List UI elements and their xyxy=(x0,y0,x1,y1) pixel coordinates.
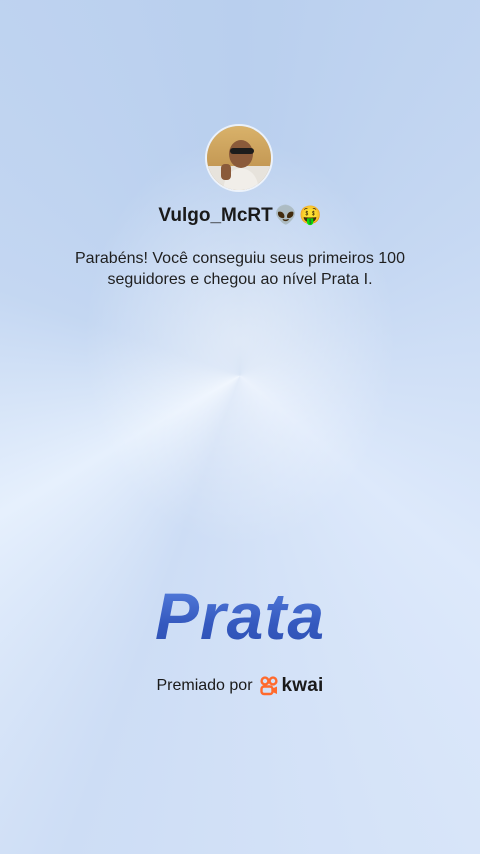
username: Vulgo_McRT xyxy=(158,205,273,226)
award-row: Premiado por kwai xyxy=(0,673,480,699)
money-mouth-emoji: 🤑 xyxy=(299,205,322,226)
kwai-icon xyxy=(259,676,279,696)
alien-emoji: 👽 xyxy=(274,205,298,226)
avatar xyxy=(207,126,271,190)
congratulations-message: Parabéns! Você conseguiu seus primeiros … xyxy=(75,250,405,288)
kwai-logo: kwai xyxy=(259,675,324,697)
award-label: Premiado por xyxy=(156,677,253,694)
kwai-wordmark: kwai xyxy=(281,675,324,696)
username-row: Vulgo_McRT 👽 🤑 xyxy=(0,202,480,230)
level-title: Prata xyxy=(0,578,480,654)
